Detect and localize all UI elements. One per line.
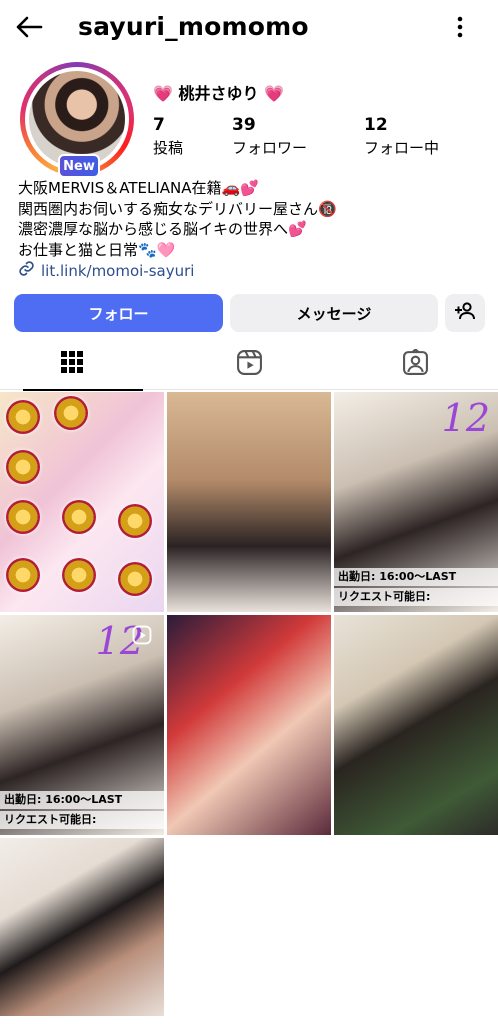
posts-label: 投稿 <box>153 139 184 157</box>
post-thumbnail[interactable] <box>167 615 331 835</box>
calendar-time-text: 出勤日: 16:00〜LAST <box>0 791 164 809</box>
link-text: lit.link/momoi-sayuri <box>41 261 195 280</box>
bio-line: 関西圏内お伺いする痴女なデリバリー屋さん🔞 <box>18 199 337 218</box>
message-button[interactable]: メッセージ <box>230 294 438 332</box>
post-thumbnail[interactable]: 12 出勤日: 16:00〜LAST リクエスト可能日: <box>0 615 164 835</box>
tab-reels[interactable] <box>189 338 309 390</box>
reel-indicator-icon <box>132 625 152 649</box>
suggest-user-button[interactable] <box>445 294 485 332</box>
bio-line: 濃密濃厚な脳から感じる脳イキの世界へ💕 <box>18 220 307 238</box>
post-thumbnail[interactable] <box>0 392 164 612</box>
following-label: フォロー中 <box>364 139 440 157</box>
ranking-badge <box>54 396 88 430</box>
ranking-badge <box>118 504 152 538</box>
profile-avatar[interactable]: New <box>20 62 134 178</box>
ranking-badge <box>62 500 96 534</box>
post-thumbnail[interactable] <box>334 615 498 835</box>
stat-followers[interactable]: 39 フォロワー <box>232 115 307 158</box>
calendar-request-text: リクエスト可能日: <box>0 811 164 829</box>
profile-bio: 大阪MERVIS＆ATELIANA在籍🚗💕 関西圏内お伺いする痴女なデリバリー屋… <box>18 178 488 260</box>
link-icon <box>18 260 35 281</box>
avatar-image <box>29 71 125 167</box>
followers-label: フォロワー <box>232 139 308 157</box>
back-arrow-icon[interactable] <box>14 12 44 42</box>
grid-icon <box>60 350 84 378</box>
followers-count: 39 <box>232 115 256 135</box>
stat-posts[interactable]: 7 投稿 <box>153 115 183 158</box>
post-thumbnail[interactable] <box>167 392 331 612</box>
tab-tagged[interactable] <box>355 338 475 390</box>
tab-posts-grid[interactable] <box>23 338 143 391</box>
post-thumbnail[interactable] <box>0 838 164 1016</box>
calendar-month-number: 12 <box>441 396 490 440</box>
reels-icon <box>236 349 263 380</box>
ranking-badge <box>118 562 152 596</box>
ranking-badge <box>62 558 96 592</box>
new-story-badge: New <box>58 154 100 178</box>
more-options-icon[interactable] <box>446 12 474 42</box>
ranking-badge <box>6 500 40 534</box>
tagged-person-icon <box>402 347 429 380</box>
stat-following[interactable]: 12 フォロー中 <box>364 115 439 158</box>
bio-line: お仕事と猫と日常🐾🩷 <box>18 240 176 259</box>
bio-line: 大阪MERVIS＆ATELIANA在籍🚗💕 <box>18 179 259 197</box>
top-bar: sayuri_momomo <box>0 0 498 54</box>
ranking-badge <box>6 558 40 592</box>
profile-tabs <box>0 338 498 391</box>
post-thumbnail[interactable]: 12 出勤日: 16:00〜LAST リクエスト可能日: <box>334 392 498 612</box>
profile-link[interactable]: lit.link/momoi-sayuri <box>18 260 194 281</box>
ranking-badge <box>6 450 40 484</box>
calendar-request-text: リクエスト可能日: <box>334 588 498 606</box>
display-name: 💗 桃井さゆり 💗 <box>153 84 284 103</box>
add-person-icon <box>454 302 476 324</box>
profile-username: sayuri_momomo <box>78 12 309 41</box>
posts-count: 7 <box>153 115 165 135</box>
calendar-time-text: 出勤日: 16:00〜LAST <box>334 568 498 586</box>
following-count: 12 <box>364 115 388 135</box>
follow-button[interactable]: フォロー <box>14 294 223 332</box>
ranking-badge <box>6 400 40 434</box>
